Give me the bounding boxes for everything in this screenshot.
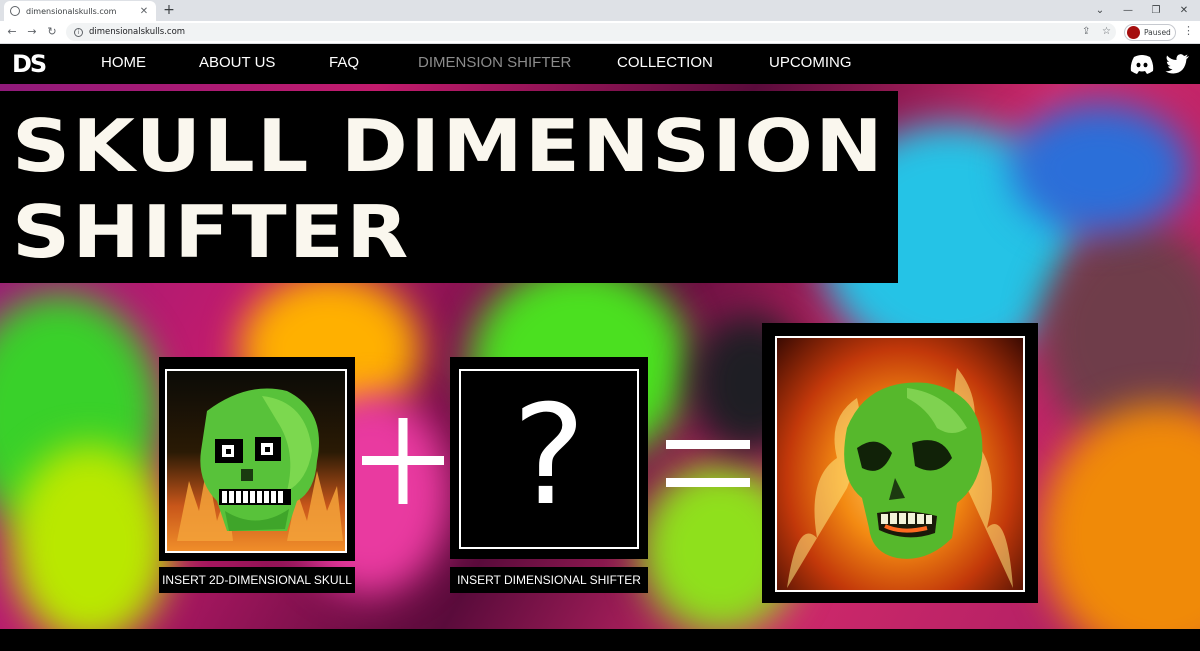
site-logo[interactable]: DS bbox=[12, 50, 47, 78]
pixel-skull-image bbox=[177, 388, 343, 541]
address-bar[interactable]: i dimensionalskulls.com bbox=[66, 23, 1116, 41]
globe-icon bbox=[10, 6, 20, 16]
browser-toolbar: ← → ↻ i dimensionalskulls.com ⇪ ☆ Paused… bbox=[0, 21, 1200, 44]
new-tab-button[interactable]: + bbox=[161, 2, 177, 18]
discord-icon[interactable] bbox=[1129, 53, 1155, 75]
bookmark-star-icon[interactable]: ☆ bbox=[1102, 26, 1111, 37]
site-info-icon[interactable]: i bbox=[74, 27, 83, 37]
page-footer-bar bbox=[0, 629, 1200, 651]
nav-upcoming[interactable]: UPCOMING bbox=[769, 54, 852, 71]
site-header: DS HOME ABOUT US FAQ DIMENSION SHIFTER C… bbox=[0, 44, 1200, 84]
nav-faq[interactable]: FAQ bbox=[329, 54, 359, 71]
result-slot bbox=[762, 323, 1038, 603]
twitter-icon[interactable] bbox=[1165, 53, 1191, 75]
nav-about-us[interactable]: ABOUT US bbox=[199, 54, 275, 71]
restore-button[interactable]: ❐ bbox=[1142, 0, 1170, 21]
profile-status: Paused bbox=[1144, 28, 1171, 37]
skull-slot-label: INSERT 2D-DIMENSIONAL SKULL bbox=[159, 567, 355, 593]
close-window-button[interactable]: ✕ bbox=[1170, 0, 1198, 21]
back-button[interactable]: ← bbox=[4, 24, 20, 40]
nav-home[interactable]: HOME bbox=[101, 54, 146, 71]
skull-slot[interactable] bbox=[159, 357, 355, 561]
hero-title-block: SKULL DIMENSION SHIFTER bbox=[0, 91, 898, 283]
equals-sign bbox=[666, 440, 750, 487]
tab-search-icon[interactable]: ⌄ bbox=[1086, 0, 1114, 21]
url-text: dimensionalskulls.com bbox=[89, 27, 186, 37]
hero-title-line-1: SKULL DIMENSION bbox=[12, 104, 885, 188]
close-tab-icon[interactable]: ✕ bbox=[138, 6, 150, 17]
more-menu-icon[interactable]: ⋮ bbox=[1183, 24, 1194, 37]
plus-sign bbox=[362, 418, 444, 504]
forward-button[interactable]: → bbox=[24, 24, 40, 40]
shifter-slot[interactable]: ? bbox=[450, 357, 648, 559]
nav-dimension-shifter[interactable]: DIMENSION SHIFTER bbox=[418, 54, 571, 71]
nav-collection[interactable]: COLLECTION bbox=[617, 54, 713, 71]
browser-tab[interactable]: dimensionalskulls.com ✕ bbox=[4, 1, 156, 21]
3d-skull-image bbox=[787, 368, 1013, 588]
minimize-button[interactable]: — bbox=[1114, 0, 1142, 21]
avatar bbox=[1127, 26, 1140, 39]
profile-button[interactable]: Paused bbox=[1124, 24, 1176, 41]
reload-button[interactable]: ↻ bbox=[44, 24, 60, 40]
hero-title-line-2: SHIFTER bbox=[12, 190, 411, 274]
share-icon[interactable]: ⇪ bbox=[1082, 26, 1090, 37]
browser-tab-bar: dimensionalskulls.com ✕ + ⌄ — ❐ ✕ bbox=[0, 0, 1200, 21]
shifter-slot-label: INSERT DIMENSIONAL SHIFTER bbox=[450, 567, 648, 593]
tab-title: dimensionalskulls.com bbox=[26, 6, 117, 16]
question-mark: ? bbox=[512, 375, 586, 536]
